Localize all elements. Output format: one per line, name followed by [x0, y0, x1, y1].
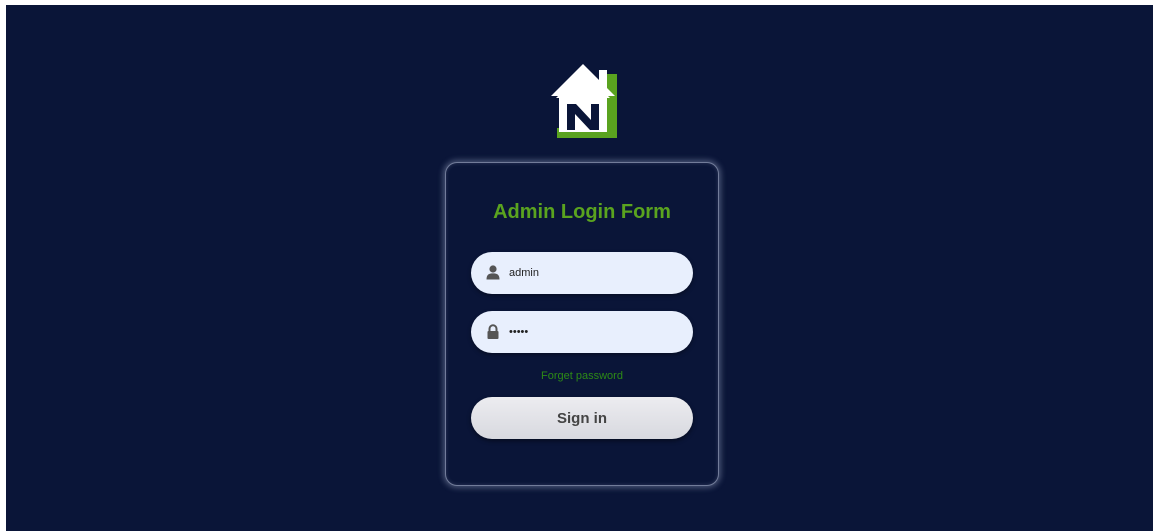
lock-icon — [487, 324, 499, 339]
forget-password-link[interactable]: Forget password — [446, 370, 718, 382]
password-input[interactable] — [509, 311, 679, 353]
username-field[interactable] — [471, 252, 693, 294]
login-screen: Admin Login Form Forget password Sign in — [6, 5, 1153, 531]
house-n-logo — [551, 64, 617, 138]
login-card: Admin Login Form Forget password Sign in — [445, 162, 719, 486]
username-input[interactable] — [509, 252, 679, 294]
login-form-title: Admin Login Form — [493, 201, 671, 223]
user-icon — [486, 265, 500, 280]
sign-in-button[interactable]: Sign in — [471, 397, 693, 439]
password-field[interactable] — [471, 311, 693, 353]
